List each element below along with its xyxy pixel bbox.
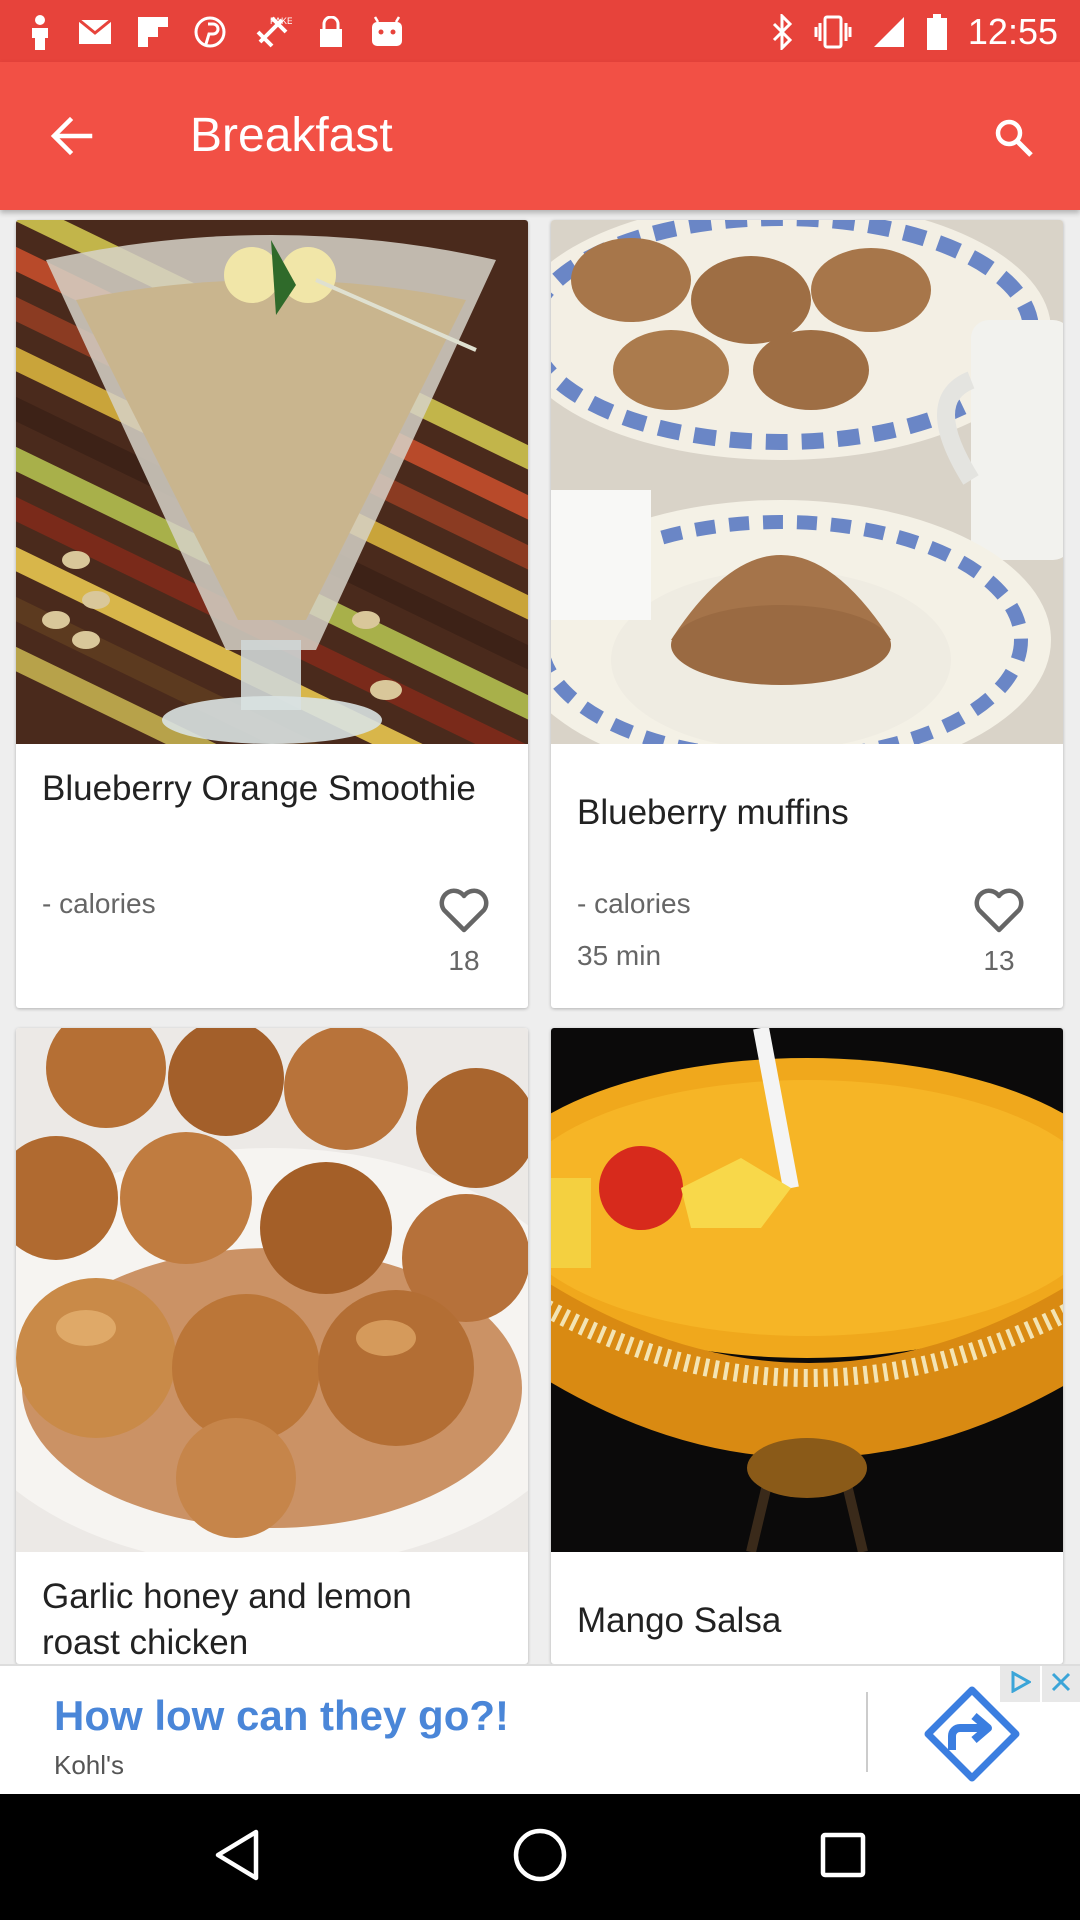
recents-square-icon [819,1831,867,1884]
recipe-calories: - calories [42,888,156,919]
vibrate-icon [814,15,852,49]
pinterest-icon [194,16,226,48]
back-triangle-icon [212,1828,262,1887]
arrow-back-icon [50,114,94,163]
battery-icon [926,14,948,50]
like-count: 13 [983,945,1015,976]
gmail-icon [78,19,112,45]
favorite-button[interactable]: 13 [969,888,1029,977]
search-icon [994,118,1034,163]
ad-divider [866,1692,868,1772]
like-count: 18 [448,945,480,976]
nav-home-button[interactable] [505,1822,575,1892]
ad-banner[interactable]: How low can they go?! Kohl's [0,1664,1080,1794]
close-icon [1050,1671,1072,1698]
back-button[interactable] [40,106,104,170]
recipe-photo-fried-balls [16,1028,528,1552]
app-root: FAKE 12:55 Breakfast Blueberry Orange Sm… [0,0,1080,1920]
favorite-button[interactable]: 18 [434,888,494,977]
ad-headline[interactable]: How low can they go?! [54,1692,509,1740]
svg-text:FAKE: FAKE [270,16,292,26]
search-button[interactable] [982,108,1046,172]
status-bar: FAKE 12:55 [0,0,1080,62]
recipe-card[interactable]: Blueberry Orange Smoothie - calories 18 [16,220,528,1008]
recipe-photo-mango-drink [551,1028,1063,1552]
system-nav-bar [0,1794,1080,1920]
recipe-photo-smoothie [16,220,528,744]
heart-outline-icon [438,888,490,939]
status-time: 12:55 [967,11,1058,52]
recipe-calories: - calories [577,888,691,919]
recipe-card[interactable]: Mango Salsa [551,1028,1063,1664]
recipe-name: Blueberry Orange Smoothie [42,769,476,808]
nav-back-button[interactable] [202,1822,272,1892]
recipe-name: Blueberry muffins [577,793,849,832]
recipe-card[interactable]: Garlic honey and lemon roast chicken [16,1028,528,1664]
recipe-name: Garlic honey and lemon roast chicken [42,1577,412,1662]
home-circle-icon [512,1827,568,1888]
lock-icon [318,16,344,48]
app-bar: Breakfast [0,62,1080,210]
recipe-name: Mango Salsa [577,1601,782,1640]
flipboard-icon [138,17,168,47]
adchoices-button[interactable] [1000,1666,1040,1702]
fake-gps-icon: FAKE [252,12,292,52]
person-icon [28,14,52,50]
bluetooth-icon [770,14,794,50]
arrow-forward-icon [924,1686,1020,1786]
ad-close-button[interactable] [1042,1666,1080,1702]
recipe-time: 35 min [577,940,662,971]
recipe-photo-muffins [551,220,1063,744]
nav-recents-button[interactable] [808,1822,878,1892]
recipe-card[interactable]: Blueberry muffins - calories 35 min 13 [551,220,1063,1008]
ad-advertiser: Kohl's [54,1750,125,1780]
adchoices-icon [1009,1669,1033,1698]
heart-outline-icon [973,888,1025,939]
signal-icon [872,15,906,49]
page-title: Breakfast [190,109,393,162]
android-icon [370,16,404,48]
